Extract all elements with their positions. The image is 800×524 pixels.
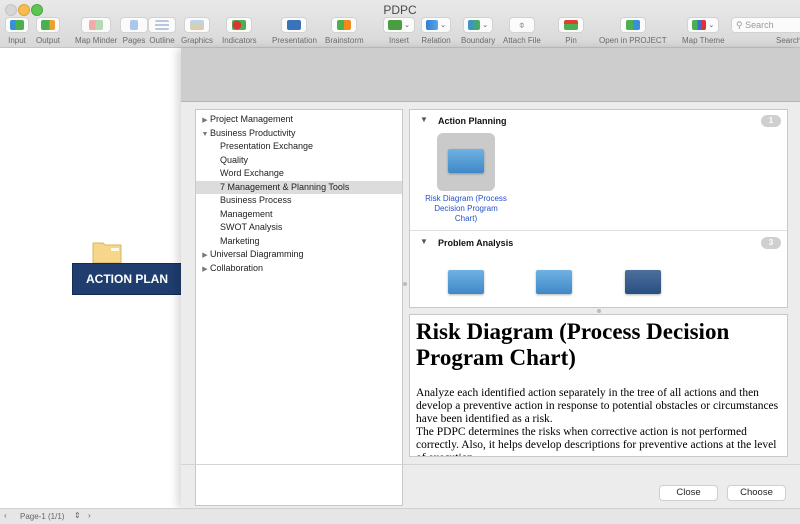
tree-item[interactable]: Marketing (196, 235, 402, 249)
description-paragraph-2: The PDPC determines the risks when corre… (416, 426, 777, 456)
toolbar-pin[interactable]: Pin (558, 17, 584, 45)
next-page-button[interactable]: › (88, 511, 91, 520)
choose-button[interactable]: Choose (727, 485, 786, 501)
section-header-action-planning[interactable]: ▼ Action Planning 1 (410, 110, 787, 132)
template-description: Risk Diagram (Process Decision Program C… (409, 314, 788, 457)
folder-icon (92, 242, 122, 264)
input-icon (10, 20, 24, 30)
tree-item[interactable]: ▶ Universal Diagramming (196, 248, 402, 262)
topic-node-action-plan[interactable]: ACTION PLAN (72, 263, 182, 295)
split-handle-vertical[interactable] (403, 282, 407, 286)
close-button[interactable]: Close (659, 485, 718, 501)
output-icon (41, 20, 55, 30)
toolbar-insert[interactable]: ⌄ Insert (383, 17, 415, 45)
toolbar-pages[interactable]: Pages (120, 17, 148, 45)
tree-item[interactable]: Word Exchange (196, 167, 402, 181)
tree-item[interactable]: Management (196, 208, 402, 222)
toolbar-input[interactable]: Input (5, 17, 29, 45)
dialog-header (181, 48, 800, 102)
toolbar-indicators[interactable]: Indicators (222, 17, 257, 45)
split-handle-horizontal[interactable] (597, 309, 601, 313)
template-caption[interactable]: Risk Diagram (Process Decision Program C… (424, 194, 508, 224)
description-title: Risk Diagram (Process Decision Program C… (416, 319, 730, 370)
toolbar-attach-file[interactable]: ⌽ Attach File (503, 17, 541, 45)
relation-icon (426, 20, 439, 30)
template-category-tree: ▶ Project Management ▼ Business Productivit… (195, 109, 403, 506)
disclosure-triangle-icon[interactable]: ▶ (200, 263, 210, 277)
toolbar-map-minder[interactable]: Map Minder (75, 17, 117, 45)
chevron-down-icon: ⌄ (482, 22, 489, 29)
risk-diagram-icon (448, 149, 484, 173)
graphics-icon (190, 20, 204, 30)
template-thumbnail-3[interactable] (625, 270, 661, 294)
chevron-down-icon: ⌄ (708, 22, 715, 29)
template-dialog: ▶ Project Management ▼ Business Productivit… (181, 48, 800, 508)
tree-item[interactable]: Business Process (196, 194, 402, 208)
outline-icon (155, 20, 169, 30)
disclosure-triangle-icon[interactable]: ▶ (200, 249, 210, 263)
footer-divider (181, 464, 800, 465)
prev-page-button[interactable]: ‹ (4, 511, 7, 520)
map-theme-icon (692, 20, 707, 30)
disclosure-triangle-icon: ▼ (420, 237, 428, 246)
window-title: PDPC (383, 3, 417, 17)
mind-map-canvas[interactable]: ACTION PLAN (0, 48, 182, 508)
tree-item[interactable]: Quality (196, 154, 402, 168)
tree-item[interactable]: Presentation Exchange (196, 140, 402, 154)
page-stepper[interactable]: ⇕ (74, 511, 81, 520)
boundary-icon (468, 20, 481, 30)
chevron-down-icon: ⌄ (404, 22, 410, 29)
tree-item[interactable]: ▼ Business Productivity (196, 127, 402, 141)
status-bar: ‹ Page-1 (1/1) ⇕ › (0, 508, 800, 524)
chevron-down-icon: ⌄ (440, 22, 446, 29)
disclosure-triangle-icon[interactable]: ▶ (200, 114, 210, 128)
indicators-icon (232, 20, 247, 30)
app-window: PDPC Input Output Map Minder Pages Outli… (0, 0, 800, 524)
description-paragraph-1: Analyze each identified action separatel… (416, 387, 779, 425)
toolbar-presentation[interactable]: Presentation (272, 17, 317, 45)
pages-icon (130, 20, 138, 30)
template-thumbnail-2[interactable] (536, 270, 572, 294)
paperclip-icon: ⌽ (518, 19, 525, 31)
tree-item[interactable]: 7 Management & Planning Tools (196, 180, 402, 194)
toolbar-relation[interactable]: ⌄ Relation (421, 17, 451, 45)
search-icon: ⚲ (736, 20, 743, 30)
section-divider (410, 230, 787, 231)
toolbar: PDPC Input Output Map Minder Pages Outli… (0, 0, 800, 48)
template-thumbnail-risk-diagram[interactable] (437, 133, 495, 191)
tree-item[interactable]: ▶ Collaboration (196, 262, 402, 276)
toolbar-open-in-project[interactable]: Open in PROJECT (599, 17, 667, 45)
brainstorm-icon (337, 20, 352, 30)
presentation-icon (287, 20, 302, 30)
map-minder-icon (89, 20, 104, 30)
pin-icon (564, 20, 578, 30)
disclosure-triangle-icon: ▼ (420, 115, 428, 124)
count-badge: 1 (761, 115, 781, 127)
toolbar-graphics[interactable]: Graphics (181, 17, 213, 45)
toolbar-boundary[interactable]: ⌄ Boundary (461, 17, 495, 45)
page-indicator: Page-1 (1/1) (20, 512, 65, 521)
toolbar-brainstorm[interactable]: Brainstorm (325, 17, 364, 45)
template-gallery: ▼ Action Planning 1 Risk Diagram (Proces… (409, 109, 788, 308)
count-badge: 3 (761, 237, 781, 249)
template-thumbnail-1[interactable] (448, 270, 484, 294)
toolbar-output[interactable]: Output (36, 17, 60, 45)
toolbar-map-theme[interactable]: ⌄ Map Theme (682, 17, 725, 45)
search-label: Search (776, 36, 800, 45)
disclosure-triangle-icon[interactable]: ▼ (200, 128, 210, 142)
insert-icon (388, 20, 403, 30)
toolbar-outline[interactable]: Outline (148, 17, 176, 45)
tree-item[interactable]: SWOT Analysis (196, 221, 402, 235)
tree-item[interactable]: ▶ Project Management (196, 113, 402, 127)
section-header-problem-analysis[interactable]: ▼ Problem Analysis 3 (410, 232, 787, 254)
search-input[interactable]: ⚲ Search (731, 17, 800, 33)
project-icon (625, 20, 640, 30)
